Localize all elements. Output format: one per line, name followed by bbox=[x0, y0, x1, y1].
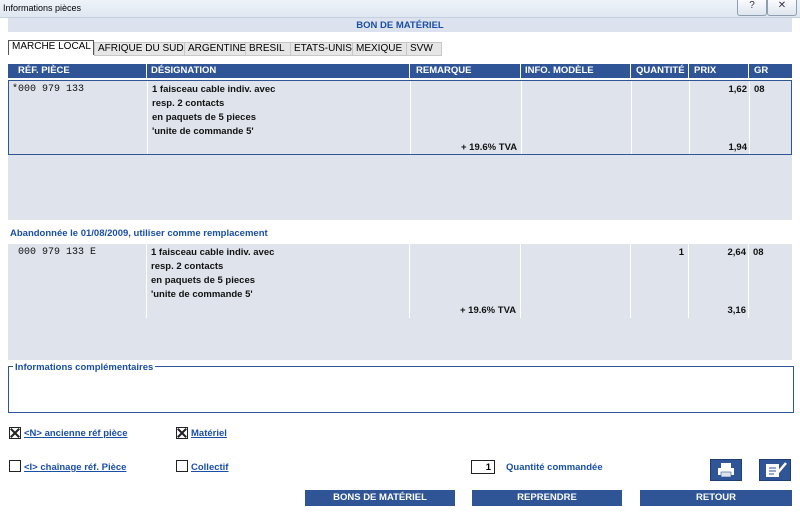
quantity-label: Quantité commandée bbox=[506, 462, 603, 473]
tab-marche-local[interactable]: MARCHE LOCAL bbox=[8, 40, 94, 55]
part-prix: 1,62 bbox=[728, 84, 748, 95]
bons-de-materiel-button[interactable]: BONS DE MATÉRIEL bbox=[305, 490, 455, 506]
collectif-label: Collectif bbox=[191, 462, 229, 473]
part-designation-4: 'unite de commande 5' bbox=[152, 126, 254, 137]
replacement-quantite: 1 bbox=[678, 247, 684, 258]
collectif-checkbox[interactable] bbox=[176, 460, 188, 472]
table-row[interactable]: 000 979 133 E 1 faisceau cable indiv. av… bbox=[8, 244, 792, 318]
table-row[interactable]: *000 979 133 1 faisceau cable indiv. ave… bbox=[8, 80, 792, 155]
materiel-checkbox[interactable] bbox=[176, 427, 188, 439]
part-ref: *000 979 133 bbox=[12, 84, 85, 95]
edit-icon bbox=[766, 462, 787, 477]
materiel-label: Matériel bbox=[191, 428, 227, 439]
part-designation-2: resp. 2 contacts bbox=[152, 98, 225, 109]
part-remarque: + 19.6% TVA bbox=[461, 142, 518, 153]
replacement-gr: 08 bbox=[753, 247, 764, 258]
page-title: BON DE MATÉRIEL bbox=[8, 18, 792, 32]
replacement-prix-tva: 3,16 bbox=[727, 305, 747, 316]
tab-argentine[interactable]: ARGENTINE bbox=[184, 42, 250, 56]
info-complementaires-box[interactable]: Informations complémentaires bbox=[8, 362, 794, 413]
table-header: RÉF. PIÈCE DÉSIGNATION REMARQUE INFO. MO… bbox=[8, 64, 792, 78]
reprendre-button[interactable]: REPRENDRE bbox=[472, 490, 622, 506]
part-prix-tva: 1,94 bbox=[728, 142, 748, 153]
replacement-ref: 000 979 133 E bbox=[18, 247, 97, 258]
part-designation-1: 1 faisceau cable indiv. avec bbox=[152, 84, 276, 95]
col-gr: GR bbox=[754, 65, 769, 76]
replacement-designation-1: 1 faisceau cable indiv. avec bbox=[151, 247, 275, 258]
tab-bresil[interactable]: BRESIL bbox=[245, 42, 291, 56]
replacement-designation-4: 'unite de commande 5' bbox=[151, 289, 253, 300]
replacement-section: 000 979 133 E 1 faisceau cable indiv. av… bbox=[8, 244, 792, 360]
replacement-designation-3: en paquets de 5 pieces bbox=[151, 275, 256, 286]
printer-icon bbox=[718, 463, 734, 478]
tab-afrique-du-sud[interactable]: AFRIQUE DU SUD bbox=[94, 42, 190, 56]
info-complementaires-label: Informations complémentaires bbox=[13, 362, 156, 373]
edit-button[interactable] bbox=[759, 459, 791, 481]
col-ref: RÉF. PIÈCE bbox=[18, 65, 70, 76]
col-info-modele: INFO. MODÈLE bbox=[525, 65, 594, 76]
title-bar: Informations pièces ? ✕ bbox=[0, 0, 800, 18]
tab-svw[interactable]: SVW bbox=[406, 42, 442, 56]
part-gr: 08 bbox=[754, 84, 765, 95]
tab-mexique[interactable]: MEXIQUE bbox=[352, 42, 411, 56]
chainage-checkbox[interactable] bbox=[9, 460, 21, 472]
replacement-designation-2: resp. 2 contacts bbox=[151, 261, 224, 272]
chainage-label: <I> chaînage réf. Pièce bbox=[24, 462, 127, 473]
tab-etats-unis[interactable]: ETATS-UNIS bbox=[290, 42, 358, 56]
ancienne-ref-label: <N> ancienne réf pièce bbox=[24, 428, 128, 439]
replacement-prix: 2,64 bbox=[727, 247, 747, 258]
col-remarque: REMARQUE bbox=[416, 65, 472, 76]
part-section: *000 979 133 1 faisceau cable indiv. ave… bbox=[8, 80, 792, 220]
help-button[interactable]: ? bbox=[737, 0, 767, 16]
replacement-remarque: + 19.6% TVA bbox=[460, 305, 517, 316]
retour-button[interactable]: RETOUR bbox=[640, 490, 792, 506]
part-designation-3: en paquets de 5 pieces bbox=[152, 112, 257, 123]
replacement-notice: Abandonnée le 01/08/2009, utiliser comme… bbox=[10, 228, 268, 239]
close-button[interactable]: ✕ bbox=[767, 0, 797, 16]
window-title: Informations pièces bbox=[3, 3, 82, 13]
col-prix: PRIX bbox=[694, 65, 717, 76]
col-designation: DÉSIGNATION bbox=[151, 65, 217, 76]
print-button[interactable] bbox=[710, 459, 742, 481]
quantity-input[interactable]: 1 bbox=[471, 460, 495, 474]
col-quantite: QUANTITÉ bbox=[636, 65, 685, 76]
ancienne-ref-checkbox[interactable] bbox=[9, 427, 21, 439]
